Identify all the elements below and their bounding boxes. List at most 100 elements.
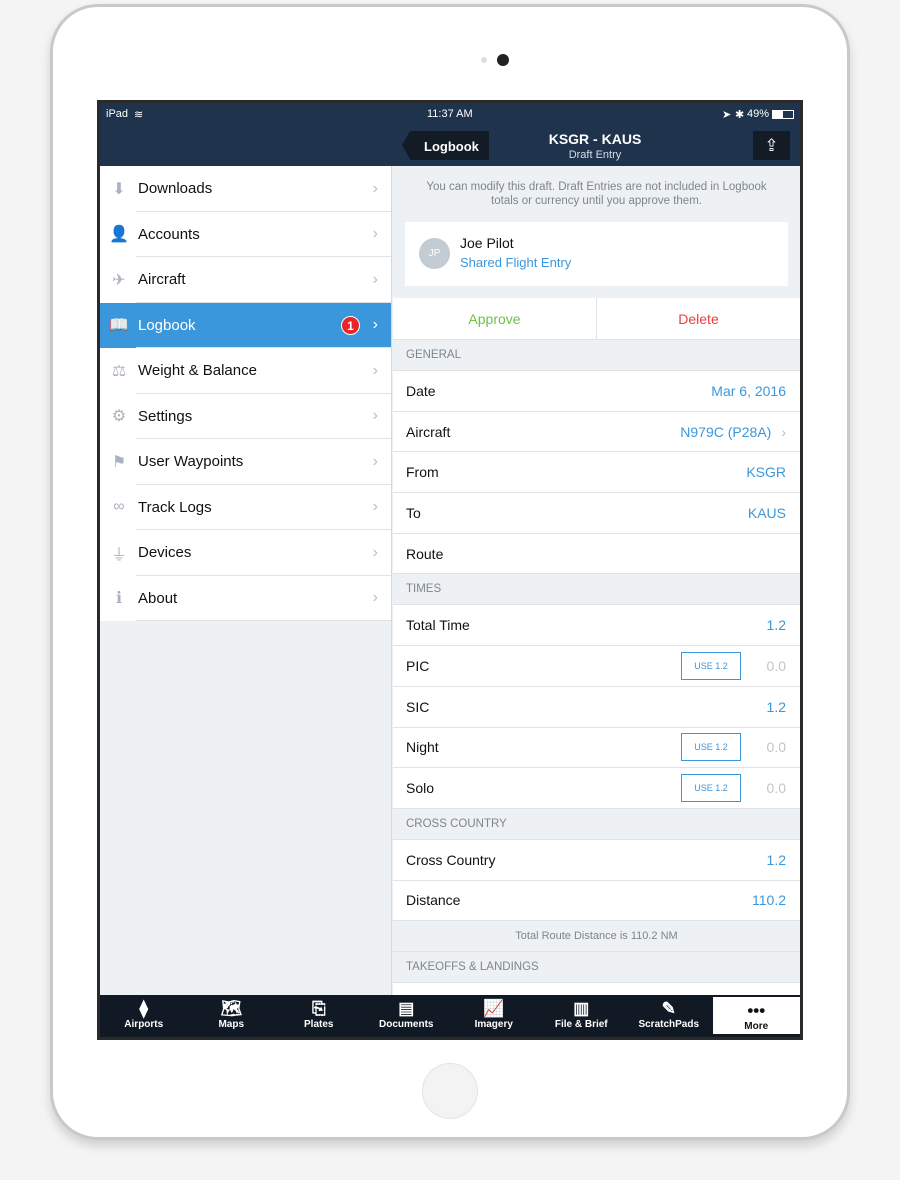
field-row[interactable]: PIC USE 1.2 0.0	[393, 646, 800, 687]
back-button[interactable]: Logbook	[402, 131, 489, 160]
field-value: N979C (P28A)	[680, 423, 772, 440]
chevron-right-icon: ›	[372, 543, 378, 561]
tab-more[interactable]: ••• More	[712, 997, 800, 1034]
use-value-button[interactable]: USE 1.2	[681, 774, 741, 803]
sidebar-item-aircraft[interactable]: ✈ Aircraft ›	[100, 257, 391, 303]
tab-airports[interactable]: ⧫ Airports	[100, 995, 188, 1037]
sidebar-item-track-logs[interactable]: ∞ Track Logs ›	[100, 484, 391, 530]
sidebar-item-label: Devices	[138, 544, 192, 562]
download-icon: ⬇	[112, 180, 126, 198]
sensor	[481, 57, 487, 63]
section-header: GENERAL	[393, 340, 800, 371]
plates-icon: ⎘	[311, 999, 326, 1018]
pilot-name: Joe Pilot	[460, 235, 514, 251]
use-value-button[interactable]: USE 1.2	[681, 733, 741, 762]
tab-imagery[interactable]: 📈 Imagery	[450, 995, 538, 1037]
field-value: 1.2	[766, 698, 786, 715]
approve-button[interactable]: Approve	[393, 298, 596, 339]
time: 11:37 AM	[427, 108, 473, 120]
sidebar-item-weight-balance[interactable]: ⚖ Weight & Balance ›	[100, 348, 391, 394]
sidebar-item-devices[interactable]: ⏚ Devices ›	[100, 530, 391, 576]
pilot-subtitle: Shared Flight Entry	[460, 255, 572, 270]
chevron-right-icon: ›	[781, 423, 786, 440]
share-icon[interactable]: ⇪	[753, 131, 790, 160]
tab-bar: ⧫ Airports 🗺 Maps ⎘ Plates ▤ Documents 📈 Imagery ▥…	[100, 995, 800, 1037]
delete-button[interactable]: Delete	[596, 298, 800, 339]
field-row[interactable]: SIC 1.2	[393, 686, 800, 728]
sidebar-item-downloads[interactable]: ⬇ Downloads ›	[100, 166, 391, 212]
map-icon: 🗺	[220, 999, 243, 1018]
field-row[interactable]: Cross Country 1.2	[393, 839, 800, 881]
tab-file-brief[interactable]: ▥ File & Brief	[538, 995, 626, 1037]
notification-badge: 1	[341, 315, 360, 335]
field-row[interactable]: Distance 110.2	[393, 880, 800, 922]
avatar: JP	[419, 238, 450, 269]
field-row[interactable]: Aircraft N979C (P28A) ›	[393, 411, 800, 453]
status-bar: iPad ≋ 11:37 AM ➤ ✱ 49%	[100, 103, 800, 125]
sidebar-item-user-waypoints[interactable]: ⚑ User Waypoints ›	[100, 439, 391, 485]
sidebar-item-settings[interactable]: ⚙ Settings ›	[100, 393, 391, 439]
airports-icon: ⧫	[139, 999, 148, 1018]
sidebar-item-label: User Waypoints	[138, 453, 244, 471]
field-value: KAUS	[747, 504, 786, 521]
book-icon: 📖	[109, 317, 129, 335]
tab-maps[interactable]: 🗺 Maps	[188, 995, 276, 1037]
nav-subtitle: Draft Entry	[568, 149, 622, 161]
sidebar: ⬇ Downloads › 👤 Accounts › ✈ Aircraft › 📖 Logbook 1…	[100, 166, 392, 995]
scratchpad-icon: ✎	[661, 999, 676, 1018]
documents-icon: ▤	[398, 999, 415, 1018]
chevron-right-icon: ›	[372, 316, 378, 334]
field-value: 1.2	[766, 851, 786, 868]
file-brief-icon: ▥	[573, 999, 590, 1018]
home-button[interactable]	[422, 1063, 478, 1119]
field-value: 0.0	[766, 780, 786, 797]
tracklog-icon: ∞	[113, 498, 125, 516]
sidebar-item-accounts[interactable]: 👤 Accounts ›	[100, 211, 391, 257]
screen: iPad ≋ 11:37 AM ➤ ✱ 49% Logbook KSGR - K…	[97, 100, 803, 1040]
more-icon: •••	[747, 1001, 766, 1020]
field-label: Aircraft	[406, 423, 451, 440]
flag-icon: ⚑	[111, 453, 127, 471]
sidebar-item-label: Aircraft	[138, 271, 186, 289]
field-row[interactable]: Date Mar 6, 2016	[393, 371, 800, 412]
field-row[interactable]: To KAUS	[393, 493, 800, 534]
field-value: 0.0	[766, 739, 786, 756]
field-value: 0.0	[766, 657, 786, 674]
pilot-card[interactable]: JP Joe Pilot Shared Flight Entry	[405, 222, 788, 286]
field-label: Night	[406, 739, 439, 756]
sidebar-item-label: Logbook	[138, 316, 196, 334]
field-label: SIC	[406, 698, 430, 715]
plug-icon: ⏚	[110, 546, 127, 564]
tab-scratchpads[interactable]: ✎ ScratchPads	[625, 995, 713, 1037]
sidebar-item-label: About	[138, 589, 178, 607]
field-row[interactable]: Night USE 1.2 0.0	[393, 727, 800, 769]
field-row[interactable]: Solo USE 1.2 0.0	[393, 768, 800, 809]
tab-label: Maps	[218, 1019, 245, 1030]
chevron-right-icon: ›	[372, 452, 378, 470]
bluetooth-icon: ✱	[735, 109, 745, 121]
draft-notice: You can modify this draft. Draft Entries…	[426, 181, 767, 207]
battery-icon	[772, 110, 794, 119]
sidebar-item-about[interactable]: ℹ About ›	[100, 575, 391, 621]
chevron-right-icon: ›	[372, 361, 378, 379]
use-value-button[interactable]: USE 1.2	[681, 651, 741, 680]
tab-plates[interactable]: ⎘ Plates	[275, 995, 363, 1037]
field-label: Distance	[406, 892, 461, 909]
field-label: To	[406, 504, 421, 521]
tab-label: Imagery	[474, 1019, 513, 1030]
chevron-right-icon: ›	[372, 179, 378, 197]
chevron-right-icon: ›	[372, 225, 378, 243]
nav-title: KSGR - KAUS	[548, 131, 642, 147]
field-row[interactable]: Total Time 1.2	[393, 605, 800, 647]
tab-documents[interactable]: ▤ Documents	[363, 995, 451, 1037]
section-header: TAKEOFFS & LANDINGS	[393, 952, 800, 984]
field-value: 110.2	[752, 892, 786, 909]
tab-label: Airports	[124, 1019, 164, 1030]
tab-label: Documents	[379, 1019, 434, 1030]
field-row[interactable]	[393, 983, 800, 995]
field-row[interactable]: From KSGR	[393, 452, 800, 494]
wifi-icon: ≋	[134, 109, 144, 121]
nav-bar: Logbook KSGR - KAUS Draft Entry ⇪	[100, 125, 800, 166]
field-row[interactable]: Route	[393, 533, 800, 575]
sidebar-item-logbook[interactable]: 📖 Logbook 1 ›	[100, 302, 391, 348]
